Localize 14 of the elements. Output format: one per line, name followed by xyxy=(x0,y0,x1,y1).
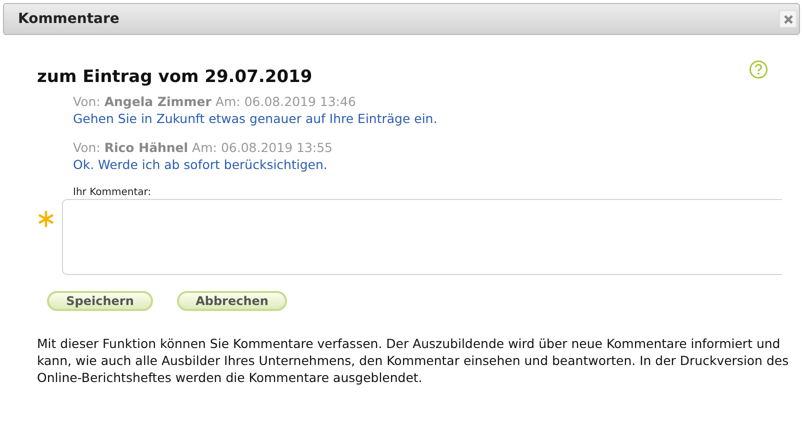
window-title: Kommentare xyxy=(18,11,120,27)
help-icon[interactable] xyxy=(749,60,768,79)
action-button[interactable]: Speichern xyxy=(47,291,153,311)
entry-heading: zum Eintrag vom 29.07.2019 xyxy=(37,67,312,87)
comment-meta: Von: Rico Hähnel Am: 06.08.2019 13:55 xyxy=(73,140,334,156)
field-label: Ihr Kommentar: xyxy=(73,186,152,199)
comment-text: Ok. Werde ich ab sofort berücksichtigen. xyxy=(73,156,328,174)
comment-meta: Von: Angela Zimmer Am: 06.08.2019 13:46 xyxy=(73,94,357,110)
action-button[interactable]: Abbrechen xyxy=(177,291,287,311)
comment-text: Gehen Sie in Zukunft etwas genauer auf Ihre Einträge ein. xyxy=(73,110,438,128)
close-icon xyxy=(784,14,792,24)
info-text: Mit dieser Funktion können Sie Kommentare verfassen. Der Auszubildende wird über neue Kommentare informiert und kann, wie auch alle Ausbilder Ihres Unternehmens, den Kommentar einsehen und beantworten. In der Druckversion des Online-Berichtsheftes werden die Kommentare ausgeblendet. xyxy=(37,335,790,386)
comment-input[interactable] xyxy=(62,199,782,275)
close-button[interactable] xyxy=(779,10,797,28)
